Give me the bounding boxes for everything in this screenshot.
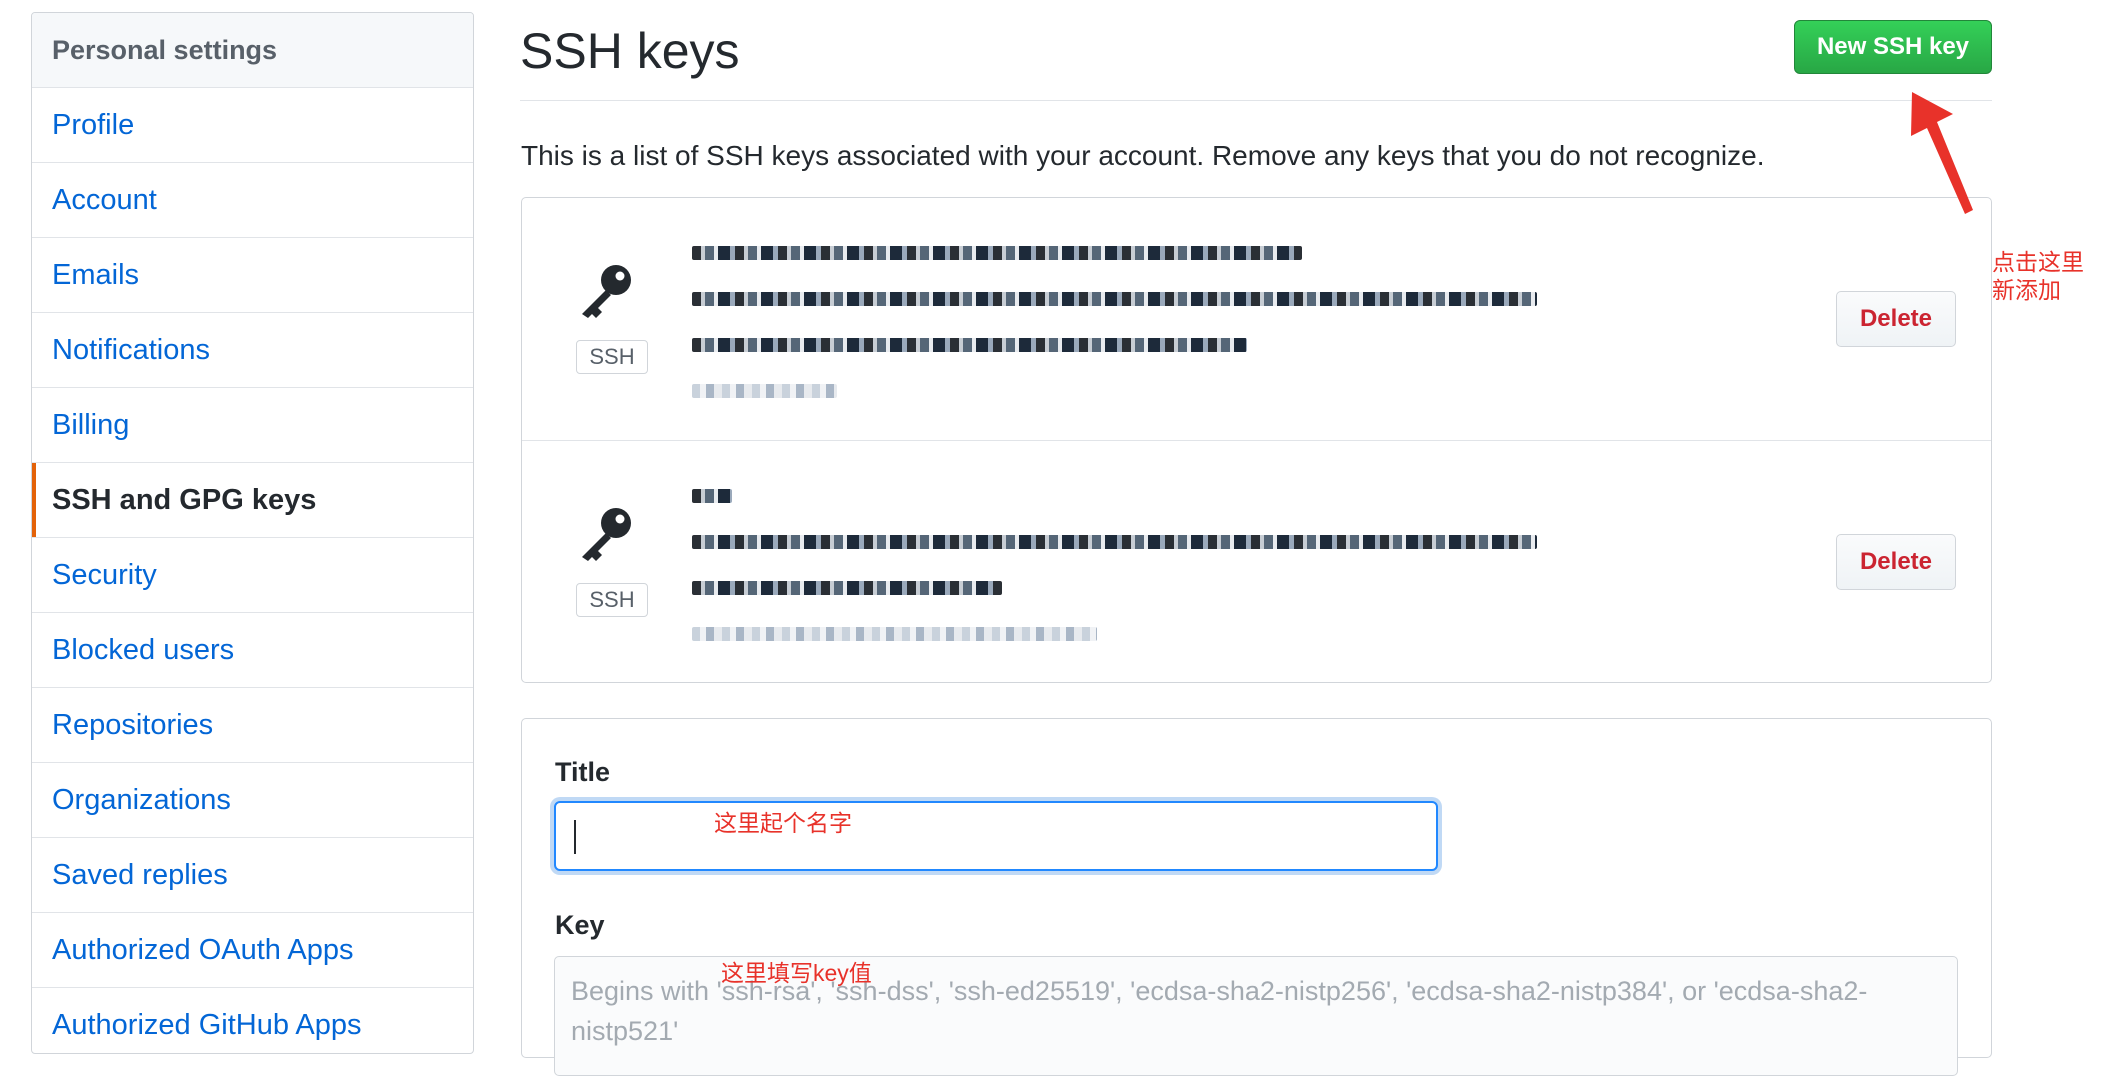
title-input[interactable]: [554, 801, 1438, 871]
sidebar-item-notifications[interactable]: Notifications: [32, 313, 473, 388]
delete-key-button[interactable]: Delete: [1836, 291, 1956, 347]
sidebar-item-repositories[interactable]: Repositories: [32, 688, 473, 763]
sidebar-item-authorized-github-apps[interactable]: Authorized GitHub Apps: [32, 988, 473, 1053]
text-caret: [574, 820, 576, 854]
sidebar-header: Personal settings: [32, 13, 473, 88]
annotation-title-note: 这里起个名字: [714, 810, 852, 836]
key-details-blurred: [692, 246, 1537, 430]
annotation-line: 点击这里: [1992, 249, 2084, 275]
sidebar-item-authorized-oauth-apps[interactable]: Authorized OAuth Apps: [32, 913, 473, 988]
sidebar-item-profile[interactable]: Profile: [32, 88, 473, 163]
intro-text: This is a list of SSH keys associated wi…: [521, 140, 1765, 171]
sidebar-item-emails[interactable]: Emails: [32, 238, 473, 313]
ssh-key-row: SSH Delete: [522, 440, 1991, 683]
sidebar-item-blocked-users[interactable]: Blocked users: [32, 613, 473, 688]
sidebar-item-saved-replies[interactable]: Saved replies: [32, 838, 473, 913]
annotation-new-key-note: 点击这里 新添加: [1992, 248, 2084, 304]
key-icon: [576, 503, 636, 563]
sidebar-item-billing[interactable]: Billing: [32, 388, 473, 463]
settings-sidebar: Personal settings Profile Account Emails…: [31, 12, 474, 1054]
delete-key-button[interactable]: Delete: [1836, 534, 1956, 590]
sidebar-item-security[interactable]: Security: [32, 538, 473, 613]
ssh-type-label: SSH: [576, 583, 648, 617]
ssh-key-list: SSH Delete SSH Delete: [521, 197, 1992, 683]
key-field-label: Key: [555, 910, 605, 940]
sidebar-item-ssh-gpg-keys[interactable]: SSH and GPG keys: [32, 463, 473, 538]
annotation-key-note: 这里填写key值: [721, 960, 872, 986]
page-title: SSH keys: [520, 23, 740, 79]
title-field-label: Title: [555, 757, 611, 787]
header-divider: [520, 100, 1992, 101]
sidebar-item-account[interactable]: Account: [32, 163, 473, 238]
key-icon: [576, 260, 636, 320]
key-details-blurred: [692, 489, 1537, 673]
annotation-line: 新添加: [1992, 277, 2061, 303]
ssh-type-label: SSH: [576, 340, 648, 374]
sidebar-item-organizations[interactable]: Organizations: [32, 763, 473, 838]
ssh-key-row: SSH Delete: [522, 198, 1991, 440]
new-ssh-key-button[interactable]: New SSH key: [1794, 20, 1992, 74]
annotation-arrow-icon: [1911, 92, 1973, 214]
